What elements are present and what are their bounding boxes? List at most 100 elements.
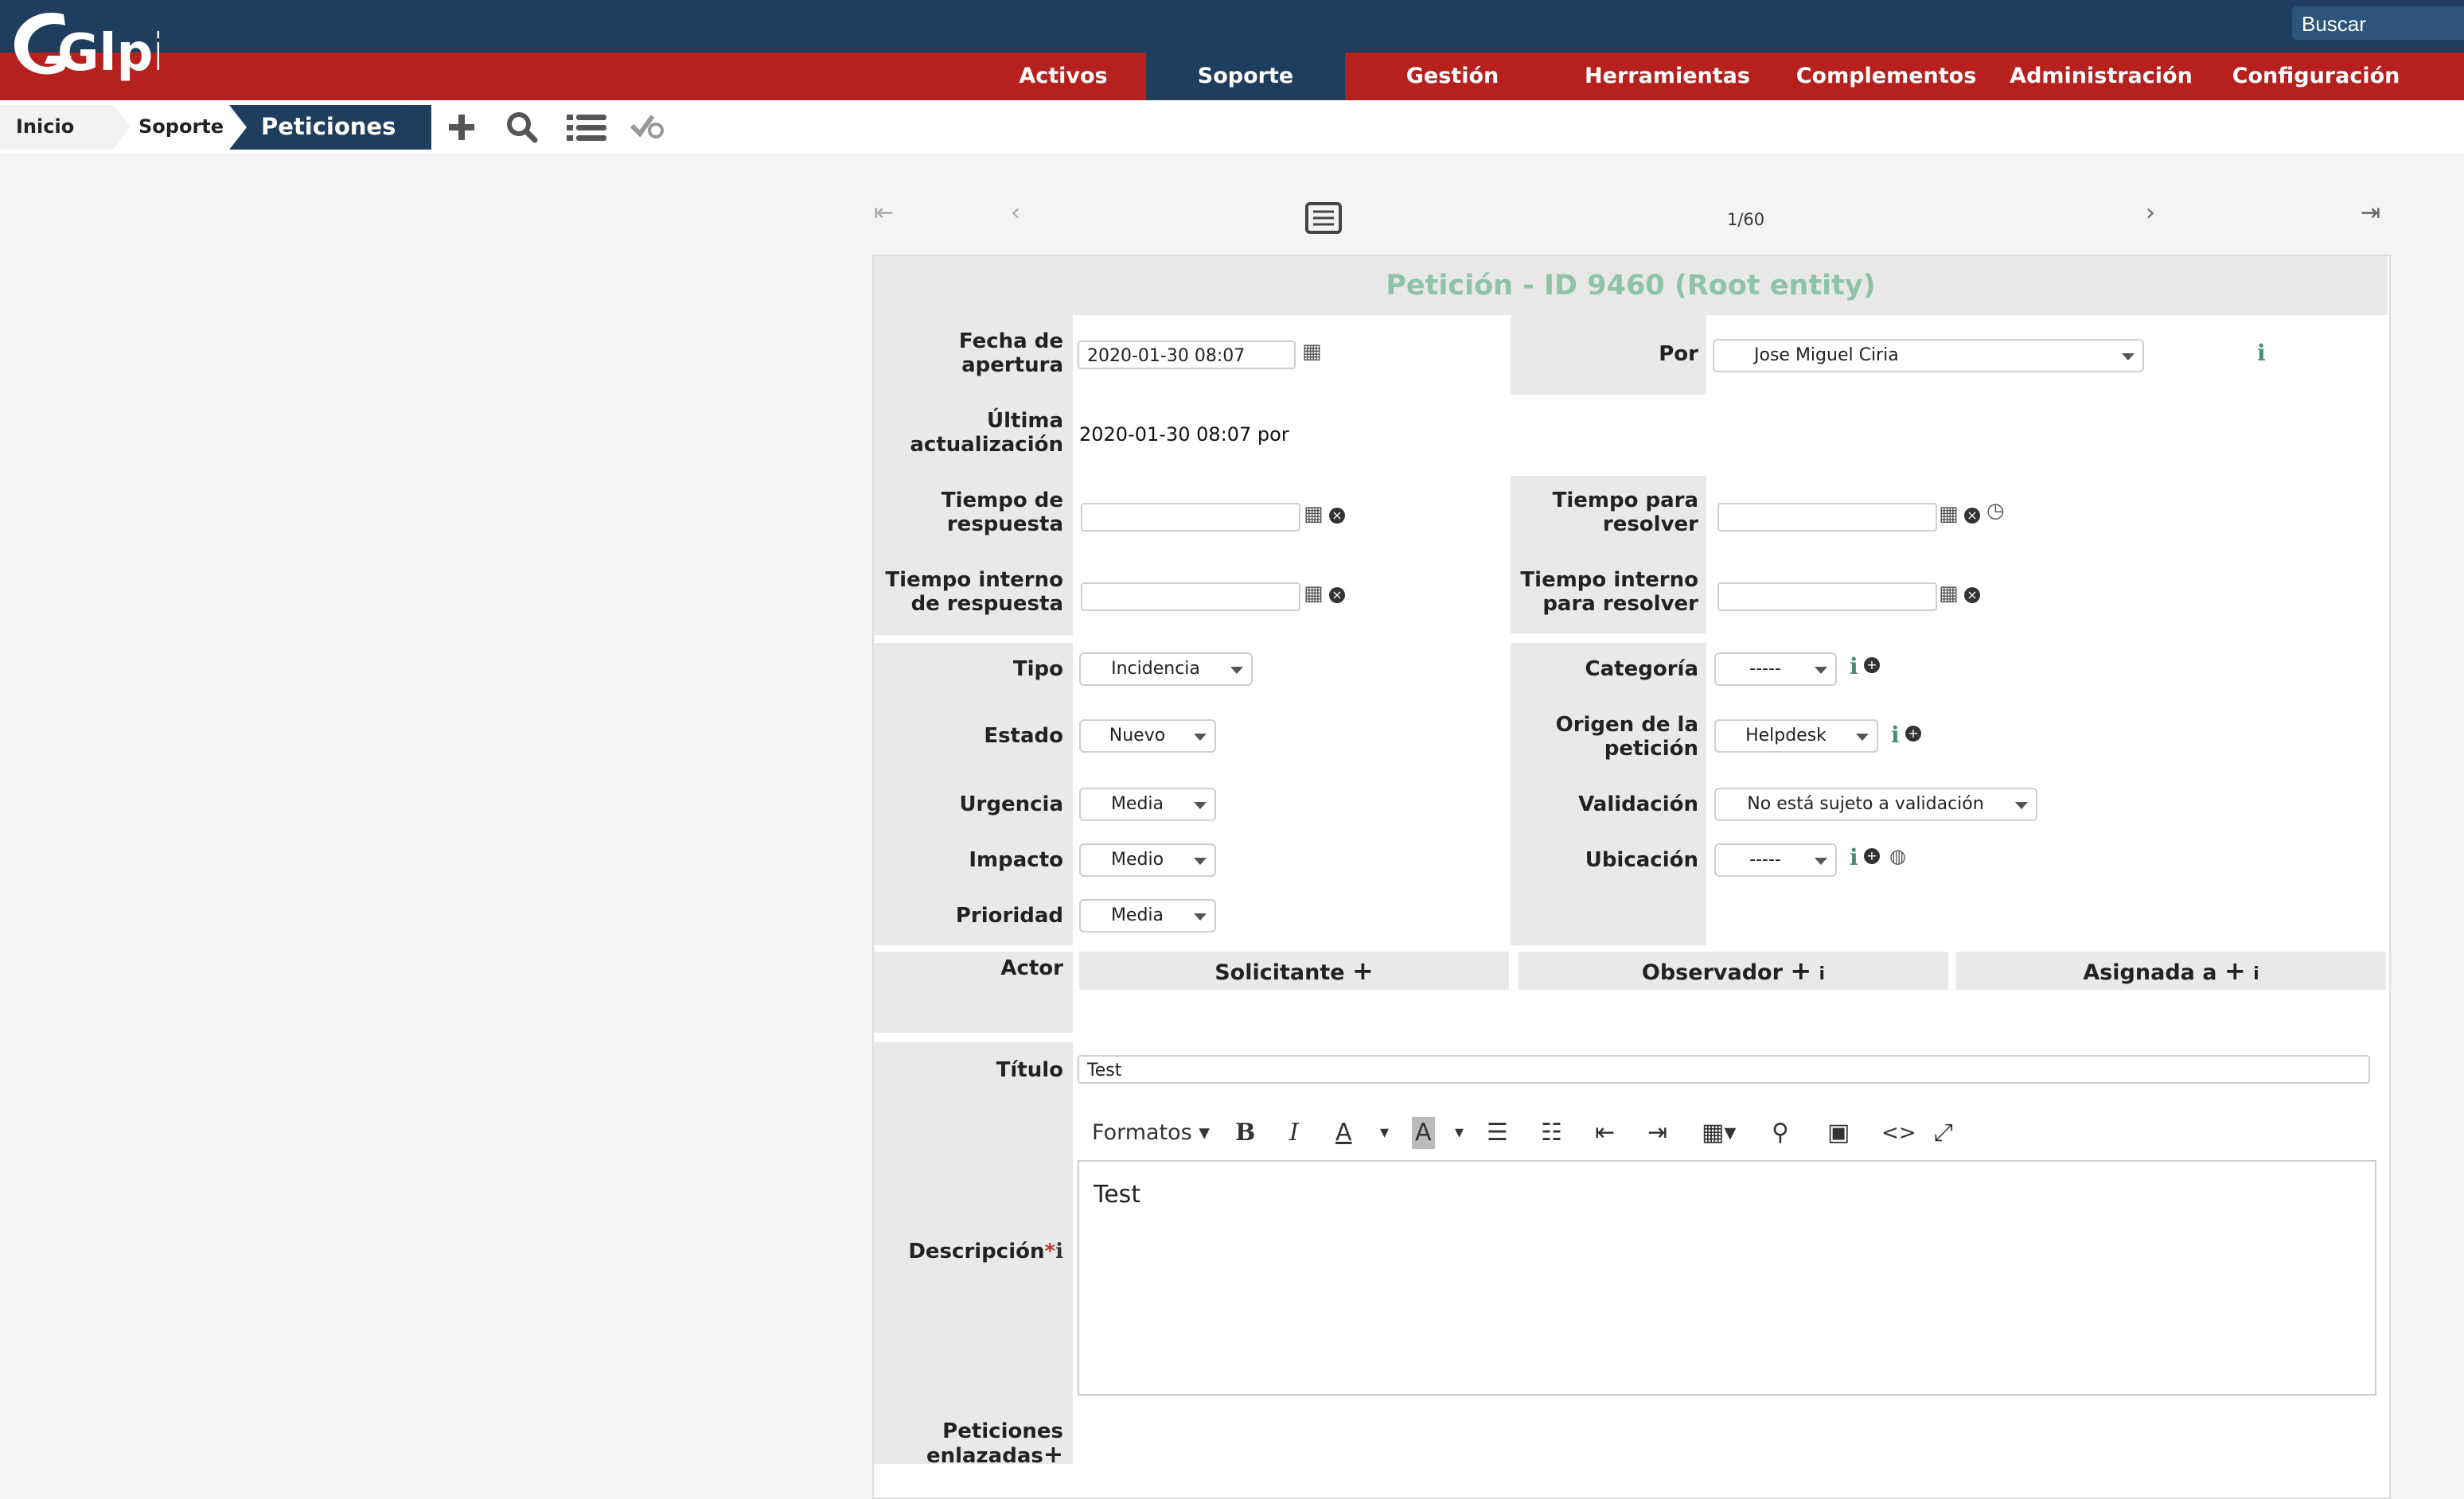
add-icon[interactable]: + xyxy=(1352,956,1374,986)
add-icon[interactable]: + xyxy=(1790,956,1811,986)
formats-dropdown[interactable]: Formatos ▾ xyxy=(1092,1117,1210,1149)
estado-select[interactable]: Nuevo xyxy=(1079,719,1216,753)
last-page-icon[interactable]: ⇥ xyxy=(2361,199,2380,227)
formats-label: Formatos xyxy=(1092,1120,1192,1145)
background-color-icon[interactable]: A xyxy=(1412,1117,1435,1149)
nav-gestion[interactable]: Gestión xyxy=(1353,53,1552,100)
por-select[interactable]: Jose Miguel Ciria xyxy=(1713,339,2144,372)
tiempo-interno-respuesta-input[interactable] xyxy=(1081,582,1300,611)
calendar-icon[interactable]: ▦ xyxy=(1939,582,1959,605)
calendar-icon[interactable]: ▦ xyxy=(1939,503,1959,525)
tiempo-respuesta-input[interactable] xyxy=(1081,503,1300,531)
solicitante-label: Solicitante xyxy=(1214,960,1345,985)
prioridad-select[interactable]: Media xyxy=(1079,899,1216,932)
info-icon[interactable]: i xyxy=(2257,342,2266,364)
origen-value: Helpdesk xyxy=(1745,726,1827,746)
previous-page-icon[interactable]: ‹ xyxy=(1011,199,1020,227)
urgencia-select[interactable]: Media xyxy=(1079,788,1216,821)
breadcrumb-separator xyxy=(113,105,131,150)
text-color-icon[interactable]: A xyxy=(1335,1117,1352,1149)
add-circle-icon[interactable]: + xyxy=(1905,726,1921,742)
validacion-value: No está sujeto a validación xyxy=(1747,794,1984,814)
fullscreen-icon[interactable]: ⤢ xyxy=(1934,1117,1953,1149)
add-icon[interactable] xyxy=(443,108,481,146)
tiempo-respuesta-label: Tiempo de respuesta xyxy=(941,489,1063,536)
validacion-select[interactable]: No está sujeto a validación xyxy=(1714,788,2037,821)
tiempo-resolver-input[interactable] xyxy=(1717,503,1937,531)
impacto-value: Medio xyxy=(1110,850,1164,870)
nav-activos[interactable]: Activos xyxy=(984,53,1143,100)
first-page-icon[interactable]: ⇤ xyxy=(874,199,894,227)
tipo-label: Tipo xyxy=(1012,657,1063,681)
fecha-apertura-input[interactable]: 2020-01-30 08:07 xyxy=(1078,341,1296,369)
clock-icon[interactable]: ◷ xyxy=(1986,500,2005,522)
categoria-select[interactable]: ----- xyxy=(1714,652,1837,686)
chevron-down-icon[interactable]: ▾ xyxy=(1455,1117,1464,1149)
add-icon[interactable]: + xyxy=(1043,1441,1063,1469)
list-view-icon[interactable] xyxy=(1305,202,1342,234)
clear-icon[interactable]: × xyxy=(1964,508,1980,524)
nav-administracion[interactable]: Administración xyxy=(1998,53,2205,100)
nav-soporte[interactable]: Soporte xyxy=(1146,53,1345,100)
indent-icon[interactable]: ⇥ xyxy=(1647,1117,1667,1149)
description-editor[interactable] xyxy=(1078,1160,2376,1396)
calendar-icon[interactable]: ▦ xyxy=(1302,341,1322,363)
validacion-label: Validación xyxy=(1578,792,1698,816)
chevron-down-icon xyxy=(1230,667,1243,674)
ubicacion-select[interactable]: ----- xyxy=(1714,843,1837,877)
globe-icon[interactable]: ◍ xyxy=(1889,845,1906,867)
info-icon[interactable]: i xyxy=(1055,1240,1063,1263)
nav-herramientas[interactable]: Herramientas xyxy=(1560,53,1775,100)
info-icon[interactable]: i xyxy=(1850,847,1858,869)
tipo-select[interactable]: Incidencia xyxy=(1079,652,1253,686)
clear-icon[interactable]: × xyxy=(1329,587,1345,603)
clear-icon[interactable]: × xyxy=(1329,508,1345,524)
nav-configuracion[interactable]: Configuración xyxy=(2213,53,2419,100)
bold-icon[interactable]: B xyxy=(1235,1117,1255,1149)
info-icon[interactable]: i xyxy=(1850,656,1858,678)
descripcion-text: Descripción xyxy=(908,1240,1045,1263)
tiempo-interno-resolver-input[interactable] xyxy=(1717,582,1937,611)
add-circle-icon[interactable]: + xyxy=(1864,848,1880,864)
code-icon[interactable]: <> xyxy=(1881,1117,1916,1149)
urgencia-value: Media xyxy=(1110,794,1164,814)
calendar-icon[interactable]: ▦ xyxy=(1304,503,1324,525)
search-label: Buscar xyxy=(2302,12,2366,36)
nav-complementos[interactable]: Complementos xyxy=(1783,53,1990,100)
add-icon[interactable]: + xyxy=(2224,956,2246,986)
chevron-down-icon xyxy=(1815,858,1827,865)
outdent-icon[interactable]: ⇤ xyxy=(1595,1117,1615,1149)
italic-icon[interactable]: I xyxy=(1289,1117,1299,1149)
observador-label: Observador xyxy=(1641,960,1783,985)
categoria-value: ----- xyxy=(1749,659,1781,679)
person-icon[interactable]: ⅰ xyxy=(2253,964,2259,984)
chevron-down-icon[interactable]: ▾ xyxy=(1380,1117,1389,1149)
chevron-down-icon xyxy=(1194,802,1207,809)
calendar-icon[interactable]: ▦ xyxy=(1304,582,1324,605)
titulo-label: Título xyxy=(996,1058,1063,1082)
breadcrumb-inicio[interactable]: Inicio xyxy=(0,105,113,150)
validate-icon[interactable] xyxy=(629,108,667,146)
list-icon[interactable] xyxy=(565,108,610,146)
descripcion-label: Descripción*i xyxy=(875,1240,1063,1263)
glpi-logo[interactable]: Glpi xyxy=(8,6,159,86)
titulo-input[interactable]: Test xyxy=(1078,1055,2370,1084)
image-icon[interactable]: ▣ xyxy=(1827,1117,1850,1149)
bullet-list-icon[interactable]: ☰ xyxy=(1487,1117,1508,1149)
table-icon[interactable]: ▦▾ xyxy=(1702,1117,1736,1149)
person-icon[interactable]: ⅰ xyxy=(1819,964,1826,984)
actor-asignada: Asignada a + ⅰ xyxy=(1956,952,2386,990)
impacto-select[interactable]: Medio xyxy=(1079,843,1216,877)
next-page-icon[interactable]: › xyxy=(2146,199,2155,227)
breadcrumb-soporte[interactable]: Soporte xyxy=(131,105,234,150)
search-icon[interactable] xyxy=(503,108,541,146)
numbered-list-icon[interactable]: ☷ xyxy=(1541,1117,1562,1149)
add-circle-icon[interactable]: + xyxy=(1864,657,1880,673)
tiempo-interno-resolver-label: Tiempo interno para resolver xyxy=(1520,568,1698,616)
search-field[interactable]: Buscar xyxy=(2292,6,2464,40)
link-icon[interactable]: ⚲ xyxy=(1772,1117,1789,1149)
origen-select[interactable]: Helpdesk xyxy=(1714,719,1878,753)
tipo-value: Incidencia xyxy=(1111,659,1200,679)
info-icon[interactable]: i xyxy=(1891,724,1900,746)
clear-icon[interactable]: × xyxy=(1964,587,1980,603)
